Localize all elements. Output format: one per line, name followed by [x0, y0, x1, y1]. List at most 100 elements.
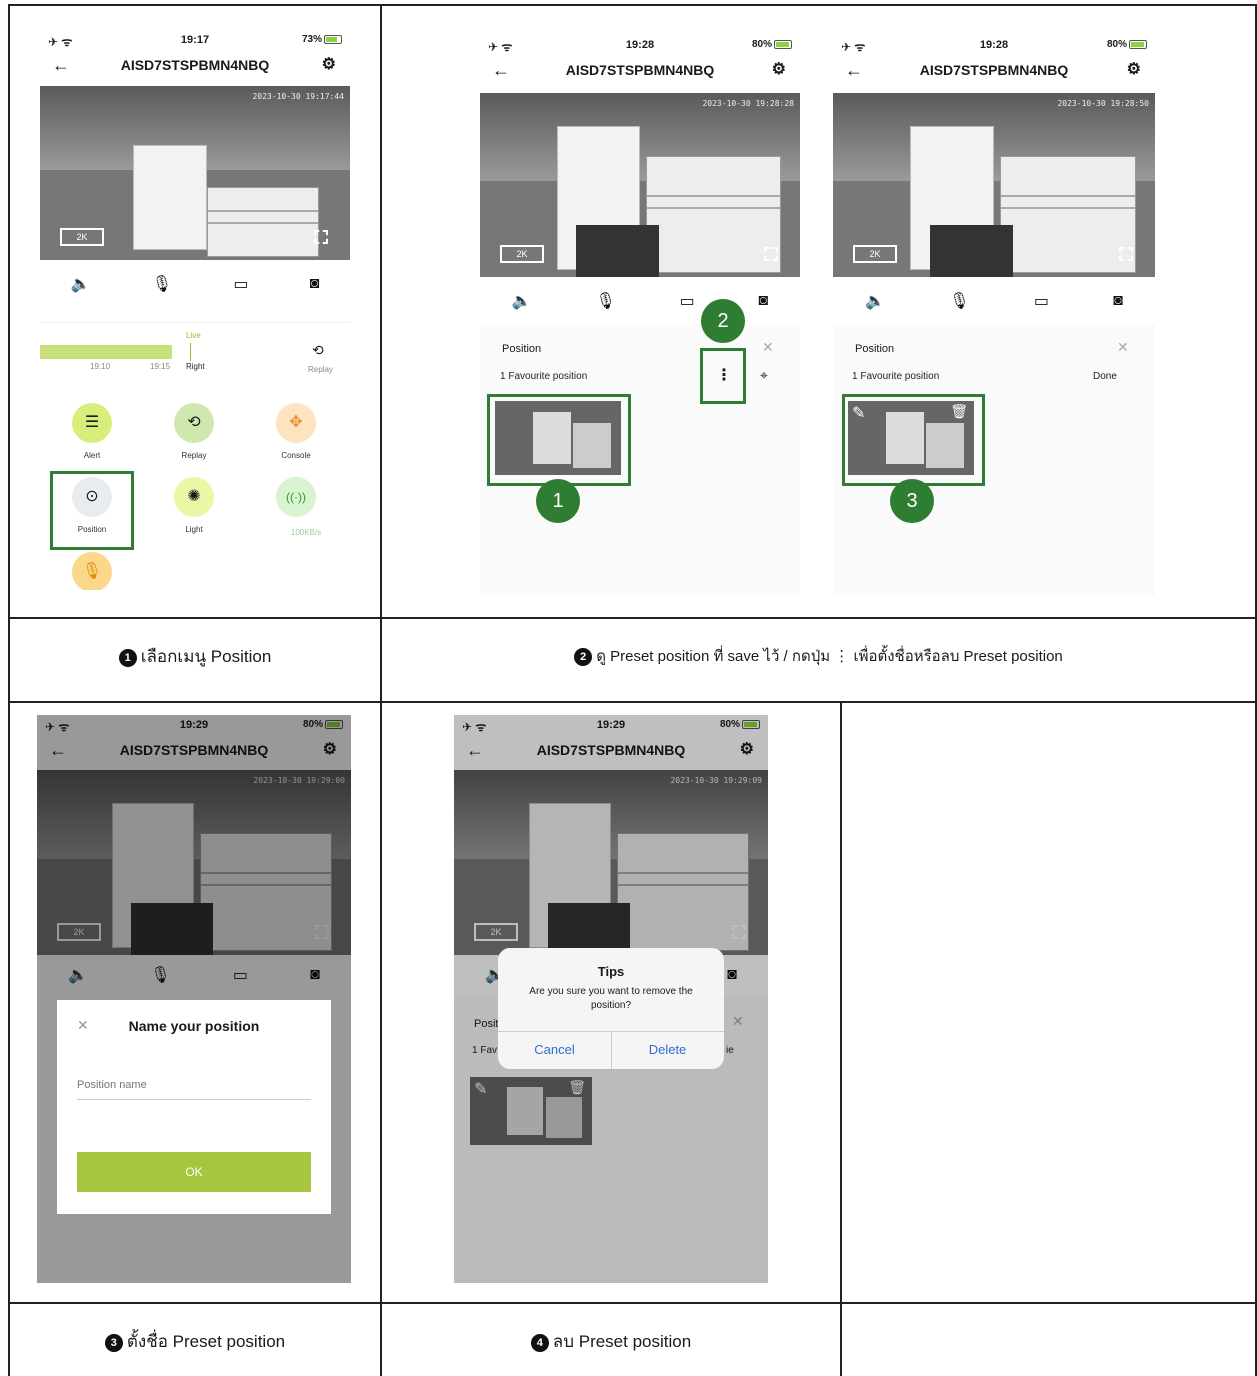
microphone-icon[interactable]: 🎙	[152, 274, 172, 294]
close-icon[interactable]: ✕	[762, 339, 774, 356]
caption-number: 4	[530, 1334, 549, 1352]
phone-screen-4: ✈ ᯤ 19:29 80% ← AISD7STSPBMN4NBQ ⚙ 2023-…	[37, 715, 351, 1283]
grid-line	[840, 701, 842, 1376]
time-tick: 19:10	[90, 362, 111, 371]
status-bar: ✈ ᯤ 19:28 80%	[833, 35, 1155, 55]
app-header: ← AISD7STSPBMN4NBQ ⚙	[480, 57, 800, 83]
highlight-thumbnail	[487, 394, 631, 486]
back-arrow-icon[interactable]: ←	[52, 52, 70, 78]
video-record-icon[interactable]: ▭	[1034, 291, 1049, 311]
camera-live-view[interactable]: 2023-10-30 19:28:50 2K	[833, 93, 1155, 277]
battery-icon	[1129, 39, 1147, 49]
grid-line	[8, 617, 1257, 619]
highlight-more-button	[700, 348, 746, 404]
console-icon[interactable]: ✥	[276, 403, 316, 443]
done-button[interactable]: Done	[1093, 371, 1117, 382]
fullscreen-icon[interactable]	[1119, 247, 1133, 261]
shelf-image	[1000, 155, 1136, 274]
tips-message: Are you sure you want to remove the posi…	[529, 986, 693, 1011]
add-position-icon[interactable]: ⌖	[760, 367, 768, 384]
alert-label: Alert	[83, 451, 101, 460]
microphone-icon[interactable]: 🎙	[596, 291, 616, 311]
camera-timestamp: 2023-10-30 19:28:28	[702, 99, 794, 108]
quality-button[interactable]: 2K	[60, 228, 104, 246]
battery-icon	[324, 34, 342, 44]
phone-screen-2: ✈ ᯤ 19:28 80% ← AISD7STSPBMN4NBQ ⚙ 2023-…	[480, 35, 800, 595]
camera-live-view[interactable]: 2023-10-30 19:17:44 2K	[40, 86, 350, 260]
device-title: AISD7STSPBMN4NBQ	[565, 62, 715, 78]
quality-button[interactable]: 2K	[853, 245, 897, 263]
signal-icon: ((·))	[276, 477, 316, 517]
back-arrow-icon[interactable]: ←	[492, 57, 510, 83]
settings-gear-icon[interactable]: ⚙	[1127, 57, 1141, 83]
fullscreen-icon[interactable]	[764, 247, 778, 261]
shelf-image	[646, 155, 781, 274]
favourite-count: 1 Favourite position	[852, 371, 940, 382]
caption-number: 1	[118, 649, 137, 667]
replay-icon[interactable]: ⟲	[174, 403, 214, 443]
timeline[interactable]: Live 19:10 19:15 Right ⟲ Replay	[40, 325, 350, 380]
control-bar: 🔈 🎙 ▭ ◙	[40, 266, 350, 302]
back-arrow-icon[interactable]: ←	[845, 57, 863, 83]
microphone-icon[interactable]: 🎙	[949, 291, 969, 311]
caption-step-1: 1 เลือกเมนู Position	[10, 645, 380, 669]
live-label: Live	[186, 331, 201, 340]
battery-indicator: 80%	[1107, 39, 1147, 50]
network-speed: 100KB/s	[290, 528, 322, 537]
grid-line	[380, 4, 382, 1376]
replay-label: Replay	[181, 451, 207, 460]
position-name-input[interactable]	[77, 1070, 311, 1100]
battery-icon	[774, 39, 792, 49]
status-bar: ✈ ᯤ 19:28 80%	[480, 35, 800, 55]
caption-step-3: 3 ตั้งชื่อ Preset position	[10, 1330, 380, 1354]
video-record-icon[interactable]: ▭	[233, 274, 248, 294]
sheet-title: Position	[502, 343, 542, 355]
tips-dialog: Tips Are you sure you want to remove the…	[498, 948, 724, 1069]
settings-gear-icon[interactable]: ⚙	[322, 52, 336, 78]
camera-snapshot-icon[interactable]: ◙	[758, 292, 768, 310]
device-title: AISD7STSPBMN4NBQ	[120, 57, 270, 73]
step-marker-3: 3	[890, 479, 934, 523]
quality-button[interactable]: 2K	[500, 245, 544, 263]
replay-label: Replay	[308, 365, 333, 374]
caption-text: เลือกเมนู Position	[140, 647, 272, 666]
camera-timestamp: 2023-10-30 19:17:44	[252, 92, 344, 101]
control-bar: 🔈 🎙 ▭ ◙	[480, 283, 800, 319]
shelf-image	[207, 186, 319, 257]
cancel-button[interactable]: Cancel	[498, 1042, 611, 1057]
delete-button[interactable]: Delete	[611, 1042, 724, 1057]
caption-text: ดู Preset position ที่ save ไว้ / กดปุ่ม…	[596, 648, 1063, 665]
camera-live-view[interactable]: 2023-10-30 19:28:28 2K	[480, 93, 800, 277]
video-record-icon[interactable]: ▭	[680, 291, 695, 311]
close-icon[interactable]: ✕	[1117, 339, 1129, 356]
phone-screen-5: ✈ ᯤ 19:29 80% ← AISD7STSPBMN4NBQ ⚙ 2023-…	[454, 715, 768, 1283]
ok-button[interactable]: OK	[77, 1152, 311, 1192]
grid-line	[8, 4, 1257, 6]
tips-title: Tips	[597, 964, 625, 979]
dialog-title: Name your position	[128, 1018, 260, 1034]
intercom-mic-icon[interactable]: 🎙	[72, 552, 112, 590]
camera-snapshot-icon[interactable]: ◙	[310, 275, 320, 293]
time-tick: 19:15	[150, 362, 171, 371]
battery-indicator: 80%	[752, 39, 792, 50]
speaker-icon[interactable]: 🔈	[512, 291, 532, 311]
caption-step-2: 2 ดู Preset position ที่ save ไว้ / กดปุ่…	[382, 645, 1255, 669]
caption-text: ตั้งชื่อ Preset position	[126, 1332, 286, 1351]
caption-number: 2	[574, 648, 593, 666]
alert-icon[interactable]: ☰	[72, 403, 112, 443]
camera-timestamp: 2023-10-30 19:28:50	[1057, 99, 1149, 108]
light-icon[interactable]: ✺	[174, 477, 214, 517]
fullscreen-icon[interactable]	[314, 230, 328, 244]
camera-snapshot-icon[interactable]: ◙	[1113, 292, 1123, 310]
playhead	[190, 343, 191, 361]
battery-indicator: 73%	[302, 34, 342, 45]
status-bar: ✈ ᯤ 19:17 73%	[40, 30, 350, 50]
history-icon[interactable]: ⟲	[312, 342, 324, 359]
device-title: AISD7STSPBMN4NBQ	[919, 62, 1069, 78]
speaker-icon[interactable]: 🔈	[71, 274, 91, 294]
speaker-icon[interactable]: 🔈	[865, 291, 885, 311]
highlight-position-menu	[50, 471, 134, 550]
settings-gear-icon[interactable]: ⚙	[772, 57, 786, 83]
step-marker-1: 1	[536, 479, 580, 523]
step-marker-2: 2	[701, 299, 745, 343]
